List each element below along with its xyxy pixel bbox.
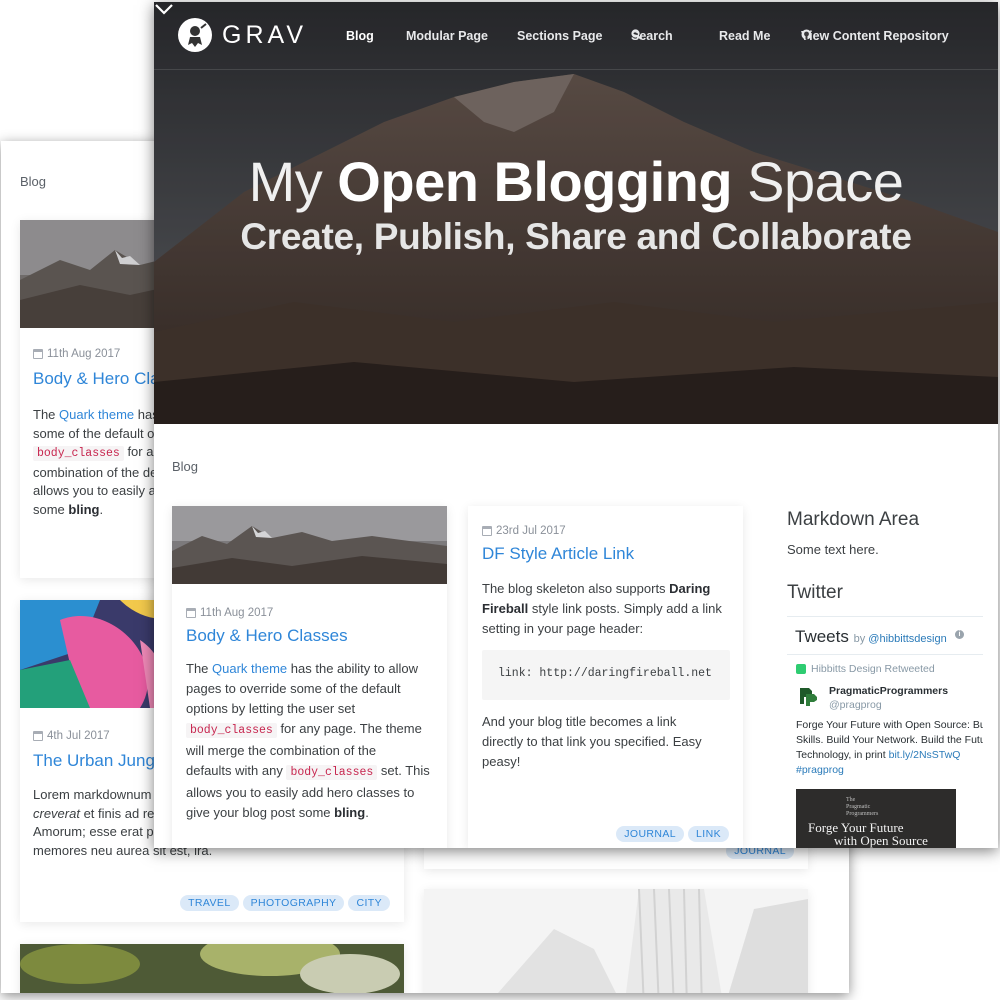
tweet-text: Forge Your Future with Open Source: Bui … [796,718,983,778]
markdown-area-title: Markdown Area [787,509,920,530]
calendar-icon [482,526,492,536]
nav-blog[interactable]: Blog [346,29,374,43]
quark-theme-link[interactable]: Quark theme [59,407,134,422]
code-snippet: body_classes [186,723,277,738]
breadcrumb[interactable]: Blog [172,459,198,474]
tweet-author-name[interactable]: PragmaticProgrammers [829,685,948,697]
post-excerpt-continued: And your blog title becomes a link direc… [482,714,702,769]
post-excerpt: The blog skeleton also supports Daring F… [482,581,722,636]
twitter-title: Twitter [787,582,843,603]
calendar-icon [186,608,196,618]
front-browser-window: GRAV Blog Modular Page Sections Page Sea… [154,2,998,848]
post-date: 11th Aug 2017 [33,348,168,360]
mountain-thumbnail[interactable] [172,506,447,584]
nav-read-me[interactable]: Read Me [719,29,770,43]
tweet-link[interactable]: bit.ly/2NsSTwQ [889,749,961,761]
moss-thumbnail[interactable] [20,944,404,993]
tag-link[interactable]: LINK [688,826,729,842]
tag-journal[interactable]: JOURNAL [616,826,685,842]
nav-sections-page[interactable]: Sections Page [517,29,602,43]
tag-photography[interactable]: PHOTOGRAPHY [242,895,345,911]
post-date: 23rd Jul 2017 [482,525,732,537]
code-snippet: body_classes [286,765,378,780]
book-title: Forge Your Future with Open Source [808,820,928,848]
top-navbar: GRAV Blog Modular Page Sections Page Sea… [154,2,998,70]
retweet-icon [796,664,806,674]
publisher-mark: The Pragmatic Programmers [846,797,879,817]
blog-card[interactable]: 23rd Jul 2017 DF Style Article Link The … [468,506,743,848]
code-block: link: http://daringfireball.net [482,650,730,700]
calendar-icon [33,349,43,359]
nav-search[interactable]: Search [631,29,673,43]
tweet-book-image[interactable]: The Pragmatic Programmers Forge Your Fut… [796,789,956,848]
post-excerpt: The Quark theme has the ability to allow… [186,661,430,820]
post-date: 11th Aug 2017 [186,607,430,619]
tag-city[interactable]: CITY [348,895,390,911]
post-title-link[interactable]: DF Style Article Link [482,543,732,565]
code-snippet: body_classes [33,446,124,461]
hero-section: GRAV Blog Modular Page Sections Page Sea… [154,2,998,424]
search-icon [631,29,642,40]
twitter-timeline-widget: Tweets by @hibbittsdesign i Hibbitts Des… [787,616,983,848]
divider [787,654,983,655]
blog-card[interactable] [424,889,808,993]
tweet-author-handle[interactable]: @pragprog [829,699,882,711]
post-excerpt: The Quark theme has some of the default … [33,407,161,517]
calendar-icon [33,731,43,741]
breadcrumb[interactable]: Blog [20,174,46,189]
avatar[interactable] [797,685,819,707]
retweet-label: Hibbitts Design Retweeted [796,663,935,675]
hero-subtitle: Create, Publish, Share and Collaborate [240,216,912,257]
tag-travel[interactable]: TRAVEL [180,895,239,911]
quark-theme-link[interactable]: Quark theme [212,661,287,676]
grav-logo[interactable]: GRAV [178,18,307,52]
blog-card[interactable] [20,944,404,993]
logo-text: GRAV [222,20,307,49]
hibbittsdesign-link[interactable]: @hibbittsdesign [868,633,946,645]
chevron-down-icon[interactable] [154,2,174,16]
architecture-thumbnail[interactable] [424,889,808,993]
tag-list: TRAVEL PHOTOGRAPHY CITY [180,895,390,911]
astronaut-icon [178,18,212,52]
hashtag-link[interactable]: #pragprog [796,763,983,778]
post-title-link[interactable]: Body & Hero Clas [33,368,168,390]
tweets-header: Tweets by @hibbittsdesign [795,627,947,646]
tag-list: JOURNAL LINK [616,826,729,842]
nav-view-content-repository[interactable]: View Content Repository [801,29,949,43]
blog-card[interactable]: 11th Aug 2017 Body & Hero Classes The Qu… [172,506,447,848]
markdown-area-text: Some text here. [787,542,879,557]
post-title-link[interactable]: Body & Hero Classes [186,625,430,647]
nav-modular-page[interactable]: Modular Page [406,29,488,43]
github-icon [801,29,812,40]
hero-title: My Open Blogging Space [248,150,904,213]
info-icon[interactable]: i [955,630,964,639]
